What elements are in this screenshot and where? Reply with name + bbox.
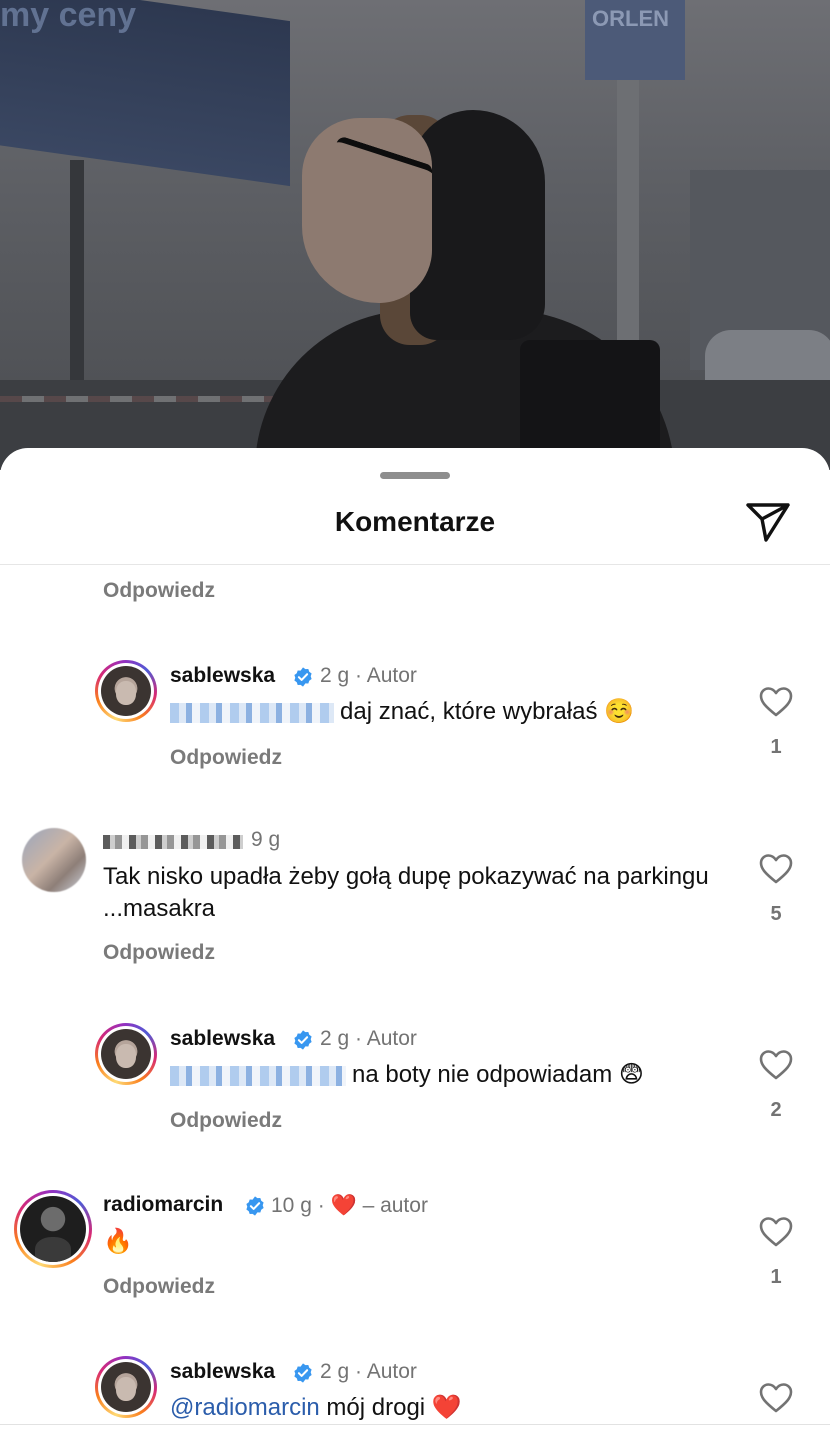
comment-meta: 2 g · Autor [320, 1027, 417, 1051]
comment-text: 🔥 [103, 1225, 703, 1258]
meta-dot: · [355, 1360, 363, 1383]
like-count: 1 [770, 1266, 782, 1288]
emoji: ☺️ [604, 697, 635, 725]
header-divider [0, 564, 830, 565]
comment-username[interactable]: sablewska [170, 1360, 275, 1384]
author-liked-heart-icon: ❤️ [330, 1193, 357, 1217]
comment-age: 2 g [320, 1360, 350, 1383]
sheet-title: Komentarze [334, 506, 496, 537]
comment-age: 2 g [320, 1027, 350, 1050]
post-photo-background: my ceny ORLEN [0, 0, 830, 470]
comment-meta: 2 g · Autor [320, 1360, 417, 1384]
verified-badge-icon [294, 1363, 312, 1383]
comment-body: na boty nie odpowiadam [352, 1061, 613, 1088]
canopy-text: my ceny [0, 0, 137, 34]
blurred-mention [170, 1065, 346, 1086]
verified-badge-icon [294, 1030, 312, 1050]
comment-username[interactable]: radiomarcin [103, 1193, 223, 1217]
author-badge: Autor [366, 664, 417, 687]
reply-button[interactable]: Odpowiedz [170, 1109, 282, 1133]
avatar[interactable] [95, 1356, 157, 1418]
meta-dot: · [355, 1027, 363, 1050]
emoji: 😨 [618, 1060, 644, 1088]
avatar-image [101, 1362, 151, 1412]
comment-text: na boty nie odpowiadam 😨 [170, 1058, 730, 1091]
like-heart-icon[interactable] [759, 1382, 793, 1414]
reply-button[interactable]: Odpowiedz [170, 746, 282, 770]
avatar[interactable] [22, 828, 86, 892]
like-heart-icon[interactable] [759, 853, 793, 885]
avatar-image [22, 828, 86, 892]
comment-meta: 2 g · Autor [320, 664, 417, 688]
comment-text: @radiomarcin mój drogi ❤️ [170, 1391, 730, 1424]
blurred-mention [170, 702, 334, 723]
station-sign-text: ORLEN [592, 6, 669, 31]
canopy-pillar [70, 160, 84, 390]
like-heart-icon[interactable] [759, 1216, 793, 1248]
verified-badge-icon [246, 1196, 264, 1216]
like-heart-icon[interactable] [759, 1049, 793, 1081]
avatar[interactable] [95, 660, 157, 722]
comment-age: 2 g [320, 664, 350, 687]
meta-dot: · [355, 664, 363, 687]
comment-age: 9 g [251, 828, 281, 851]
like-count: 5 [770, 903, 782, 925]
sign-pole [617, 80, 639, 380]
like-count: 2 [770, 1099, 782, 1121]
like-count: 1 [770, 736, 782, 758]
avatar[interactable] [95, 1023, 157, 1085]
comment-text: Tak nisko upadła żeby gołą dupę pokazywa… [103, 863, 709, 922]
barrier-tape [0, 396, 300, 402]
avatar-image [101, 666, 151, 716]
reply-button[interactable]: Odpowiedz [103, 1275, 215, 1299]
comment-username[interactable]: sablewska [170, 664, 275, 688]
avatar-image [20, 1196, 86, 1262]
bottom-divider [0, 1424, 830, 1425]
mention-link[interactable]: @radiomarcin [170, 1394, 320, 1421]
comment-text: daj znać, które wybrałaś ☺️ [170, 695, 730, 728]
reply-button[interactable]: Odpowiedz [103, 941, 215, 965]
comment-username[interactable] [103, 830, 249, 854]
author-badge: – autor [362, 1194, 428, 1217]
comment-age: 10 g [271, 1194, 312, 1217]
like-heart-icon[interactable] [759, 686, 793, 718]
reply-button[interactable]: Odpowiedz [103, 579, 215, 603]
avatar[interactable] [14, 1190, 92, 1268]
author-badge: Autor [366, 1360, 417, 1383]
meta-dot: · [317, 1194, 325, 1217]
author-badge: Autor [366, 1027, 417, 1050]
comment-body: mój drogi [326, 1394, 426, 1421]
comment-meta: 10 g · ❤️ – autor [271, 1193, 428, 1218]
verified-badge-icon [294, 667, 312, 687]
comment-username[interactable]: sablewska [170, 1027, 275, 1051]
comments-sheet: Komentarze Odpowiedz sablewska 2 g · Aut… [0, 448, 830, 1440]
sheet-drag-handle[interactable] [380, 472, 450, 479]
heart-emoji: ❤️ [431, 1393, 462, 1421]
blurred-username [103, 835, 243, 850]
fire-emoji: 🔥 [103, 1227, 133, 1255]
avatar-image [101, 1029, 151, 1079]
share-send-icon[interactable] [744, 500, 792, 544]
comment-body: daj znać, które wybrałaś [340, 698, 598, 725]
